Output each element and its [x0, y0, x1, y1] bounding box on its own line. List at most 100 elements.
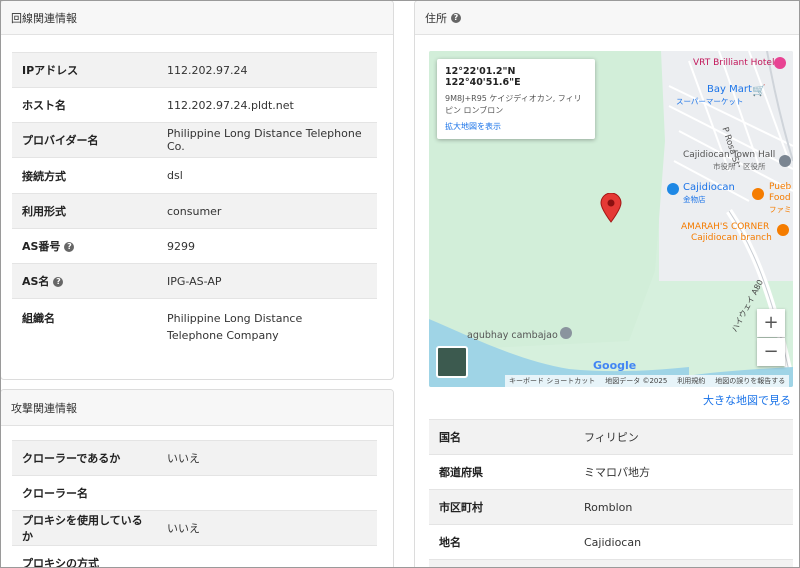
map-plus-code: 9M8J+R95 ケイジディオカン, フィリピン ロンブロン [445, 94, 582, 115]
report-error-link[interactable]: 地図の誤りを報告する [715, 376, 785, 386]
poi-pueblo-sub: ファミ [769, 205, 792, 214]
address-table: 国名 フィリピン 都道府県 ミマロパ地方 市区町村 Romblon 地名 Caj… [429, 419, 793, 567]
table-row: プロキシの方式 [12, 545, 377, 567]
row-value: Cajidiocan [574, 524, 793, 560]
line-info-table: IPアドレス 112.202.97.24 ホスト名 112.202.97.24.… [12, 52, 377, 359]
table-row: IPアドレス 112.202.97.24 [12, 52, 377, 88]
row-label: 国名 [429, 419, 574, 455]
poi-cajidiocan[interactable]: Cajidiocan [683, 182, 735, 193]
row-value: IPG-AS-AP [157, 263, 377, 299]
map-coords: 12°22'01.2"N 122°40'51.6"E [445, 66, 521, 88]
poi-cajidiocan-sub: 金物店 [683, 195, 706, 204]
row-label: 接続方式 [12, 157, 157, 194]
row-label: 都道府県 [429, 454, 574, 490]
row-label-as-name: AS名? [12, 263, 157, 299]
table-row: 利用形式 consumer [12, 193, 377, 229]
attack-info-table: クローラーであるか いいえ クローラー名 プロキシを使用しているか いいえ プロ… [12, 440, 377, 567]
row-label: クローラーであるか [12, 440, 157, 476]
map-data-text: 地図データ ©2025 [605, 377, 668, 385]
row-value: Romblon [574, 489, 793, 525]
enlarge-map-link[interactable]: 拡大地図を表示 [445, 121, 501, 132]
row-value [157, 475, 377, 511]
place-icon [560, 327, 572, 339]
line-info-title: 回線関連情報 [11, 11, 77, 25]
table-row: クローラー名 [12, 475, 377, 511]
google-logo: Google [593, 359, 637, 372]
table-row [429, 559, 793, 567]
row-value: 9299 [157, 228, 377, 264]
table-row: AS番号? 9299 [12, 228, 377, 264]
row-value: 112.202.97.24 [157, 52, 377, 88]
row-label: IPアドレス [12, 52, 157, 88]
poi-bay-mart[interactable]: Bay Mart [707, 84, 752, 95]
row-label: 組織名 [12, 298, 157, 359]
as-number-label: AS番号 [22, 240, 61, 253]
poi-town-hall[interactable]: Cajidiocan Town Hall [683, 150, 775, 160]
map[interactable]: 12°22'01.2"N 122°40'51.6"E 9M8J+R95 ケイジデ… [429, 51, 793, 387]
town-hall-icon [779, 155, 791, 167]
table-row: 国名 フィリピン [429, 419, 793, 455]
row-value: いいえ [157, 510, 377, 546]
bigger-map-link[interactable]: 大きな地図で見る [703, 392, 791, 408]
line-info-card: 回線関連情報 IPアドレス 112.202.97.24 ホスト名 112.202… [1, 1, 394, 380]
table-row: プロバイダー名 Philippine Long Distance Telepho… [12, 122, 377, 158]
row-value: Philippine Long Distance Telephone Compa… [157, 298, 377, 359]
table-row: 接続方式 dsl [12, 157, 377, 194]
row-value: いいえ [157, 440, 377, 476]
row-label: 市区町村 [429, 489, 574, 525]
row-value: consumer [157, 193, 377, 229]
row-value: 112.202.97.24.pldt.net [157, 87, 377, 123]
table-row: プロキシを使用しているか いいえ [12, 510, 377, 546]
store-icon [667, 183, 679, 195]
row-label: プロキシの方式 [12, 545, 157, 567]
address-title: 住所 [425, 11, 447, 25]
poi-town-hall-sub: 市役所・区役所 [713, 162, 766, 171]
table-row: ホスト名 112.202.97.24.pldt.net [12, 87, 377, 123]
hotel-icon [774, 57, 786, 69]
help-icon[interactable]: ? [64, 242, 75, 252]
row-value [157, 545, 377, 567]
zoom-in-button[interactable]: + [757, 309, 785, 337]
satellite-thumbnail [436, 346, 468, 378]
poi-pueblo-food: Food [769, 193, 791, 203]
table-row: 市区町村 Romblon [429, 489, 793, 525]
keyboard-shortcuts-link[interactable]: キーボード ショートカット [509, 376, 595, 386]
restaurant-icon [777, 224, 789, 236]
shopping-cart-icon: 🛒 [752, 84, 766, 97]
attack-info-card: 攻撃関連情報 クローラーであるか いいえ クローラー名 プロキシを使用しているか… [1, 389, 394, 567]
map-attribution: キーボード ショートカット 地図データ ©2025 利用規約 地図の誤りを報告す… [505, 375, 790, 387]
poi-amarah[interactable]: AMARAH'S CORNER [681, 222, 769, 232]
zoom-out-button[interactable]: − [757, 338, 785, 366]
attack-info-title: 攻撃関連情報 [11, 401, 77, 415]
help-icon[interactable]: ? [451, 12, 461, 23]
map-info-window: 12°22'01.2"N 122°40'51.6"E 9M8J+R95 ケイジデ… [437, 59, 595, 139]
row-label: ホスト名 [12, 87, 157, 123]
table-row: 組織名 Philippine Long Distance Telephone C… [12, 298, 377, 359]
row-value: Philippine Long Distance Telephone Co. [157, 122, 377, 158]
row-label: 利用形式 [12, 193, 157, 229]
row-value: フィリピン [574, 419, 793, 455]
row-value: dsl [157, 157, 377, 194]
poi-bay-mart-sub: スーパーマーケット [676, 97, 744, 106]
row-label-as-number: AS番号? [12, 228, 157, 264]
help-icon[interactable]: ? [53, 277, 64, 287]
table-row: クローラーであるか いいえ [12, 440, 377, 476]
poi-amarah-branch: Cajidiocan branch [691, 233, 772, 243]
address-header: 住所? [415, 1, 799, 35]
poi-pueblo[interactable]: Pueb [769, 182, 791, 192]
terms-link[interactable]: 利用規約 [677, 376, 705, 386]
page-frame: 回線関連情報 IPアドレス 112.202.97.24 ホスト名 112.202… [0, 0, 800, 568]
row-label: プロバイダー名 [12, 122, 157, 158]
poi-vrt-hotel[interactable]: VRT Brilliant Hotel [693, 58, 774, 68]
attack-info-header: 攻撃関連情報 [1, 390, 393, 426]
row-label: 地名 [429, 524, 574, 560]
row-value: ミマロパ地方 [574, 454, 793, 490]
location-pin-icon[interactable] [600, 193, 622, 223]
row-label: プロキシを使用しているか [12, 510, 157, 546]
table-row: 都道府県 ミマロパ地方 [429, 454, 793, 490]
poi-agubhay[interactable]: agubhay cambajao [467, 330, 558, 341]
as-name-label: AS名 [22, 275, 50, 288]
table-row: 地名 Cajidiocan [429, 524, 793, 560]
table-row: AS名? IPG-AS-AP [12, 263, 377, 299]
row-label: クローラー名 [12, 475, 157, 511]
